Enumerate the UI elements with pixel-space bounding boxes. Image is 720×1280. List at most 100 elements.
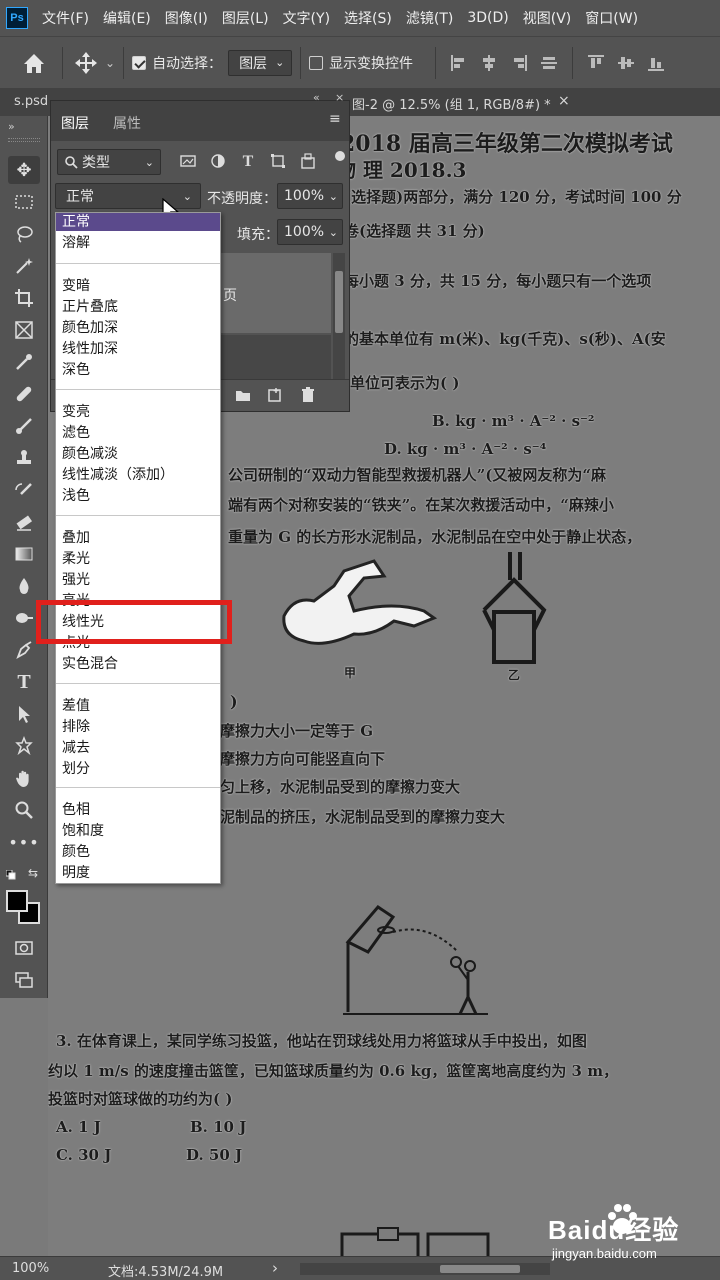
blend-option-normal[interactable]: 正常 <box>56 213 220 231</box>
custom-shape-icon[interactable] <box>8 732 40 760</box>
blend-option-divide[interactable]: 划分 <box>62 760 90 778</box>
scrollbar-thumb[interactable] <box>440 1265 520 1273</box>
scrollbar[interactable] <box>333 253 345 379</box>
move-tool-icon[interactable] <box>71 48 101 78</box>
menu-window[interactable]: 窗口(W) <box>585 8 638 28</box>
hand-tool-icon[interactable] <box>8 764 40 792</box>
horizontal-scrollbar[interactable] <box>300 1263 550 1275</box>
blend-option-lighter-color[interactable]: 浅色 <box>62 487 90 505</box>
menu-edit[interactable]: 编辑(E) <box>103 8 151 28</box>
filter-shape-icon[interactable] <box>269 153 287 171</box>
blend-option-exclusion[interactable]: 排除 <box>62 718 90 736</box>
tab-s-psd[interactable]: s.psd <box>14 94 48 109</box>
blend-option-color-burn[interactable]: 颜色加深 <box>62 319 118 337</box>
align-middle-v-icon[interactable] <box>617 54 635 72</box>
tab-active-document[interactable]: 图-2 @ 12.5% (组 1, RGB/8#) * <box>352 94 551 113</box>
blend-option-difference[interactable]: 差值 <box>62 697 90 715</box>
menu-view[interactable]: 视图(V) <box>523 8 572 28</box>
menu-select[interactable]: 选择(S) <box>344 8 392 28</box>
auto-select-target-dropdown[interactable]: 图层 ⌄ <box>228 49 293 76</box>
crop-tool-icon[interactable] <box>8 284 40 312</box>
blend-option-darken[interactable]: 变暗 <box>62 277 90 295</box>
blend-option-subtract[interactable]: 减去 <box>62 739 90 757</box>
menu-file[interactable]: 文件(F) <box>42 8 89 28</box>
menu-3d[interactable]: 3D(D) <box>467 10 508 26</box>
screen-mode-icon[interactable] <box>8 966 40 994</box>
blend-option-color-dodge[interactable]: 颜色减淡 <box>62 445 118 463</box>
eraser-icon[interactable] <box>8 508 40 536</box>
new-group-icon[interactable] <box>235 388 251 406</box>
close-tab-icon[interactable]: × <box>558 93 570 109</box>
layer-filter-dropdown[interactable]: 类型 ⌄ <box>57 149 161 175</box>
filter-toggle-icon[interactable] <box>335 151 345 161</box>
filter-pixel-icon[interactable] <box>179 153 197 171</box>
menu-type[interactable]: 文字(Y) <box>283 8 330 28</box>
more-tools-icon[interactable]: ••• <box>8 828 40 856</box>
blend-option-multiply[interactable]: 正片叠底 <box>62 298 118 316</box>
align-center-h-icon[interactable] <box>480 54 498 72</box>
default-colors-icon[interactable] <box>5 868 16 880</box>
layer-row[interactable] <box>221 335 331 379</box>
home-icon[interactable] <box>14 43 54 83</box>
collapse-panel-icon[interactable]: « <box>313 91 320 104</box>
menu-image[interactable]: 图像(I) <box>165 8 208 28</box>
blend-option-screen[interactable]: 滤色 <box>62 424 90 442</box>
marquee-tool-icon[interactable] <box>8 188 40 216</box>
blend-option-luminosity[interactable]: 明度 <box>62 864 90 882</box>
opacity-input[interactable]: 100% ⌄ <box>277 183 343 209</box>
menu-filter[interactable]: 滤镜(T) <box>406 8 453 28</box>
auto-select-checkbox[interactable] <box>132 55 147 70</box>
blur-tool-icon[interactable] <box>8 572 40 600</box>
new-layer-icon[interactable] <box>267 387 283 407</box>
status-menu-arrow-icon[interactable]: › <box>272 1259 278 1277</box>
move-tool-icon[interactable]: ✥ <box>8 156 40 184</box>
fill-input[interactable]: 100% ⌄ <box>277 219 343 245</box>
swap-colors-icon[interactable]: ⇆ <box>28 866 38 880</box>
chevron-down-icon[interactable]: ⌄ <box>105 56 115 70</box>
filter-type-icon[interactable]: T <box>239 153 257 171</box>
clone-stamp-icon[interactable] <box>8 444 40 472</box>
frame-tool-icon[interactable] <box>8 316 40 344</box>
collapse-toolbar-icon[interactable]: » <box>8 120 15 133</box>
tab-layers[interactable]: 图层 <box>61 113 89 133</box>
quick-mask-icon[interactable] <box>8 934 40 962</box>
blend-option-hard-mix[interactable]: 实色混合 <box>62 655 118 673</box>
menu-layer[interactable]: 图层(L) <box>222 8 269 28</box>
tab-properties[interactable]: 属性 <box>113 113 141 133</box>
filter-smart-object-icon[interactable] <box>299 153 317 171</box>
panel-menu-icon[interactable]: ≡ <box>329 111 341 127</box>
gradient-tool-icon[interactable] <box>8 540 40 568</box>
blend-option-soft-light[interactable]: 柔光 <box>62 550 90 568</box>
close-panel-icon[interactable]: × <box>335 91 344 104</box>
path-selection-icon[interactable] <box>8 700 40 728</box>
zoom-tool-icon[interactable] <box>8 796 40 824</box>
blend-option-lighten[interactable]: 变亮 <box>62 403 90 421</box>
foreground-color-swatch[interactable] <box>6 890 28 912</box>
blend-option-hard-light[interactable]: 强光 <box>62 571 90 589</box>
blend-option-dissolve[interactable]: 溶解 <box>62 234 90 252</box>
scrollbar-thumb[interactable] <box>335 271 343 333</box>
align-top-icon[interactable] <box>587 54 605 72</box>
magic-wand-icon[interactable] <box>8 252 40 280</box>
show-transform-checkbox[interactable] <box>309 55 324 70</box>
blend-option-linear-dodge[interactable]: 线性减淡（添加） <box>62 466 174 484</box>
blend-option-hue[interactable]: 色相 <box>62 801 90 819</box>
distribute-icon[interactable] <box>540 54 558 72</box>
align-right-icon[interactable] <box>510 54 528 72</box>
type-tool-icon[interactable]: T <box>8 668 40 696</box>
blend-option-linear-burn[interactable]: 线性加深 <box>62 340 118 358</box>
delete-layer-icon[interactable] <box>301 387 315 407</box>
layer-row[interactable]: 页 <box>221 253 331 333</box>
blend-option-darker-color[interactable]: 深色 <box>62 361 90 379</box>
healing-brush-icon[interactable] <box>8 380 40 408</box>
blend-option-saturation[interactable]: 饱和度 <box>62 822 104 840</box>
history-brush-icon[interactable] <box>8 476 40 504</box>
lasso-tool-icon[interactable] <box>8 220 40 248</box>
blend-option-color[interactable]: 颜色 <box>62 843 90 861</box>
eyedropper-icon[interactable] <box>8 348 40 376</box>
blend-option-overlay[interactable]: 叠加 <box>62 529 90 547</box>
align-bottom-icon[interactable] <box>647 54 665 72</box>
zoom-level[interactable]: 100% <box>12 1261 49 1276</box>
filter-adjustment-icon[interactable] <box>209 153 227 171</box>
align-left-icon[interactable] <box>450 54 468 72</box>
